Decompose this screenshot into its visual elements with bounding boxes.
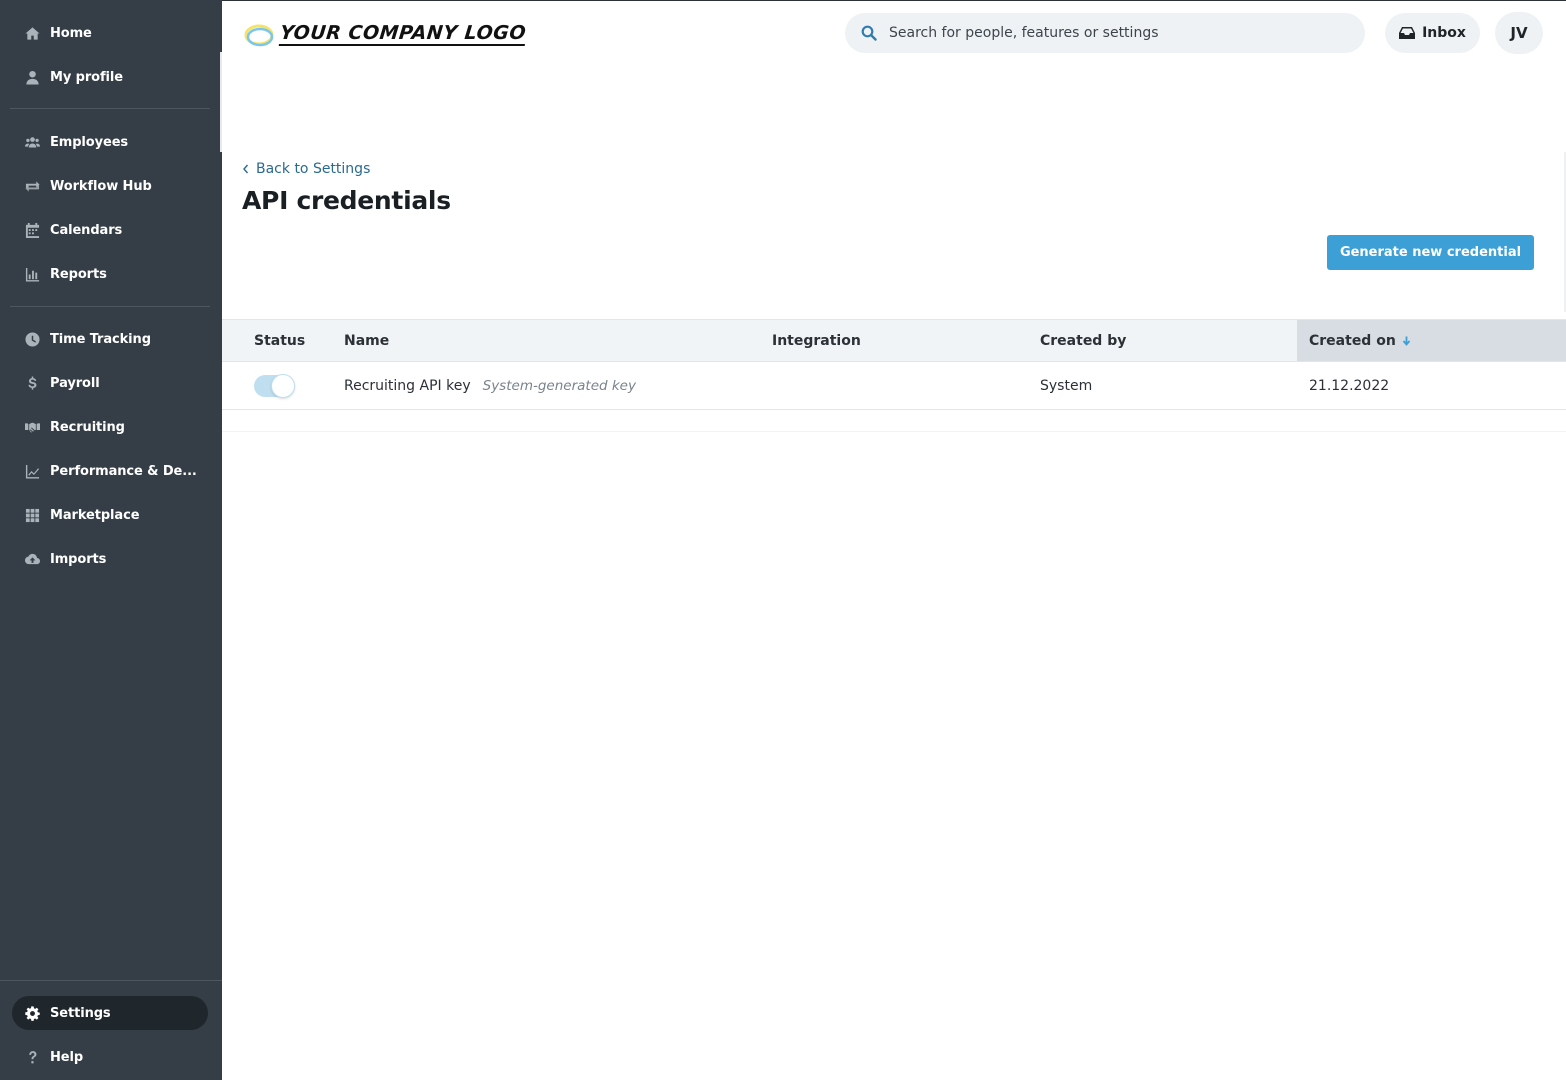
sidebar-item-help[interactable]: Help (12, 1040, 208, 1074)
sidebar-item-label: Calendars (50, 222, 123, 238)
back-link-label: Back to Settings (256, 161, 371, 177)
company-logo[interactable]: YOUR COMPANY LOGO (244, 19, 528, 49)
sort-descending-icon (1402, 336, 1410, 346)
gear-icon (22, 1003, 42, 1023)
sidebar-item-label: Marketplace (50, 507, 140, 523)
users-icon (22, 132, 42, 152)
sidebar-item-label: Employees (50, 134, 129, 150)
sidebar-item-settings[interactable]: Settings (12, 996, 208, 1030)
sidebar-item-marketplace[interactable]: Marketplace (12, 498, 208, 532)
user-avatar[interactable]: JV (1495, 12, 1543, 54)
column-header-created-by[interactable]: Created by (1040, 320, 1126, 361)
status-toggle[interactable] (254, 373, 295, 398)
column-header-status[interactable]: Status (254, 320, 305, 361)
global-search[interactable] (845, 13, 1365, 53)
column-header-label: Created on (1309, 332, 1396, 349)
sidebar-item-label: Performance & De... (50, 463, 197, 479)
chevron-left-icon (243, 164, 249, 174)
handshake-icon (22, 417, 42, 437)
sidebar-item-label: Home (50, 25, 92, 41)
name-cell: Recruiting API key System-generated key (344, 362, 636, 409)
column-header-created-on[interactable]: Created on (1297, 320, 1566, 361)
inbox-tray-icon (1399, 27, 1416, 39)
sidebar-item-label: Help (50, 1049, 84, 1065)
toggle-knob (271, 373, 295, 398)
sidebar-item-recruiting[interactable]: Recruiting (12, 410, 208, 444)
question-icon (22, 1047, 42, 1067)
grid-icon (22, 505, 42, 525)
sidebar-item-workflow-hub[interactable]: Workflow Hub (12, 169, 208, 203)
inbox-label: Inbox (1422, 25, 1466, 41)
dollar-icon (22, 373, 42, 393)
sidebar-item-home[interactable]: Home (12, 16, 208, 50)
created-by-cell: System (1040, 377, 1093, 394)
search-input[interactable] (889, 25, 1329, 41)
column-header-name[interactable]: Name (344, 320, 389, 361)
generate-credential-button[interactable]: Generate new credential (1327, 235, 1534, 270)
sidebar-item-employees[interactable]: Employees (12, 125, 208, 159)
sidebar-item-label: My profile (50, 69, 123, 85)
line-chart-icon (22, 461, 42, 481)
workflow-icon (22, 176, 42, 196)
sidebar-divider (10, 306, 210, 307)
table-header: Status Name Integration Created by Creat… (222, 319, 1566, 362)
cloud-upload-icon (22, 549, 42, 569)
created-on-cell: 21.12.2022 (1309, 377, 1390, 394)
logo-mark-icon (244, 20, 276, 48)
credential-name: Recruiting API key (344, 377, 471, 394)
search-icon (861, 25, 877, 41)
column-header-integration[interactable]: Integration (772, 320, 861, 361)
sidebar-item-performance[interactable]: Performance & De... (12, 454, 208, 488)
sidebar-divider (10, 108, 210, 109)
status-cell (254, 362, 295, 409)
content-scroll-edge (220, 52, 222, 152)
sidebar-item-reports[interactable]: Reports (12, 257, 208, 291)
sidebar-item-label: Recruiting (50, 419, 125, 435)
sidebar-item-label: Imports (50, 551, 107, 567)
sidebar-item-calendars[interactable]: Calendars (12, 213, 208, 247)
calendar-icon (22, 220, 42, 240)
clock-icon (22, 329, 42, 349)
sidebar-item-label: Time Tracking (50, 331, 151, 347)
sidebar-item-label: Workflow Hub (50, 178, 152, 194)
home-icon (22, 23, 42, 43)
sidebar-item-my-profile[interactable]: My profile (12, 60, 208, 94)
sidebar: Home My profile Employees Workflow Hub C… (0, 0, 222, 1080)
back-to-settings-link[interactable]: Back to Settings (242, 161, 370, 177)
logo-text: YOUR COMPANY LOGO (278, 22, 528, 46)
inbox-button[interactable]: Inbox (1385, 13, 1480, 53)
sidebar-item-payroll[interactable]: Payroll (12, 366, 208, 400)
table-row[interactable]: Recruiting API key System-generated key … (222, 362, 1566, 410)
sidebar-item-imports[interactable]: Imports (12, 542, 208, 576)
sidebar-item-time-tracking[interactable]: Time Tracking (12, 322, 208, 356)
page-title: API credentials (242, 186, 451, 215)
sidebar-item-label: Reports (50, 266, 107, 282)
sidebar-divider (0, 980, 222, 981)
credential-note: System-generated key (482, 377, 636, 394)
sidebar-item-label: Settings (50, 1005, 111, 1021)
sidebar-item-label: Payroll (50, 375, 100, 391)
user-icon (22, 67, 42, 87)
bar-chart-icon (22, 264, 42, 284)
table-footer (222, 410, 1566, 432)
top-bar: YOUR COMPANY LOGO Inbox JV (222, 0, 1566, 72)
